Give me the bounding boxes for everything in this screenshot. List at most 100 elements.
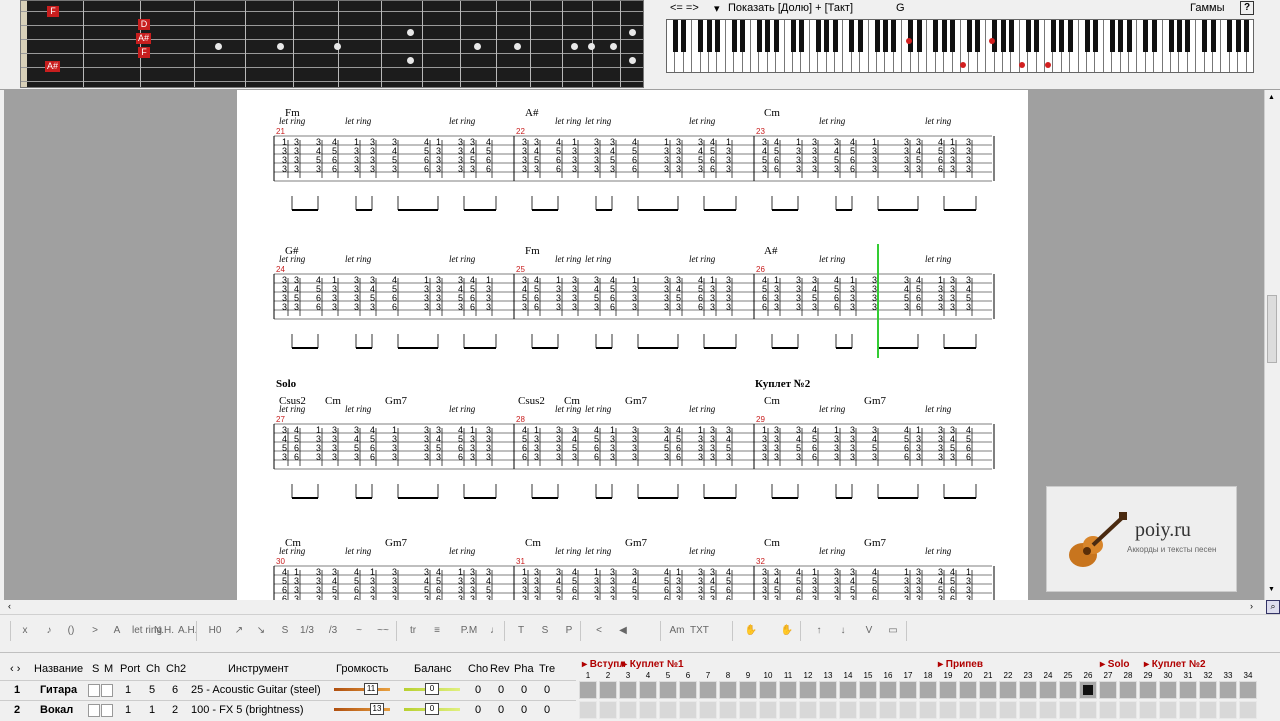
toolbar-button[interactable]: ✋ xyxy=(742,621,760,641)
piano-black-key[interactable] xyxy=(1210,20,1216,52)
piano-nav-buttons[interactable]: <= => xyxy=(670,2,699,14)
fretboard[interactable]: F D A# F A# xyxy=(20,0,644,88)
mute-checkbox[interactable] xyxy=(101,684,113,697)
timeline-cell[interactable] xyxy=(739,681,757,699)
timeline-cell[interactable] xyxy=(1239,681,1257,699)
volume-slider[interactable]: 13 xyxy=(334,703,390,715)
toolbar-button[interactable]: < xyxy=(590,621,608,641)
balance-slider[interactable]: 0 xyxy=(404,683,460,695)
chorus-value[interactable]: 0 xyxy=(475,684,481,696)
toolbar-button[interactable]: P.M xyxy=(460,621,478,641)
piano-black-key[interactable] xyxy=(832,20,838,52)
piano-black-key[interactable] xyxy=(1151,20,1157,52)
piano-black-key[interactable] xyxy=(1227,20,1233,52)
toolbar-button[interactable]: Am xyxy=(668,621,686,641)
vertical-scroll-thumb[interactable] xyxy=(1267,295,1277,363)
toolbar-button[interactable]: H0 xyxy=(206,621,224,641)
timeline-cell[interactable] xyxy=(859,701,877,719)
zoom-icon[interactable]: ⌕ xyxy=(1266,600,1280,614)
piano-black-key[interactable] xyxy=(874,20,880,52)
timeline-marker[interactable]: ▸ Куплет №2 xyxy=(1144,659,1206,670)
toolbar-button[interactable]: ♪ xyxy=(40,621,58,641)
timeline-cell[interactable] xyxy=(599,701,617,719)
timeline-cell[interactable] xyxy=(799,681,817,699)
track-port[interactable]: 1 xyxy=(125,684,131,696)
toolbar-button[interactable]: ≡ xyxy=(428,621,446,641)
timeline-cell[interactable] xyxy=(719,681,737,699)
timeline-cell[interactable] xyxy=(1159,681,1177,699)
toolbar-button[interactable]: A xyxy=(108,621,126,641)
tracks-nav-icon[interactable]: ‹ › xyxy=(10,663,20,675)
fret-note[interactable]: F xyxy=(47,6,59,17)
piano-black-key[interactable] xyxy=(882,20,888,52)
timeline-cell[interactable] xyxy=(1219,681,1237,699)
timeline-cell[interactable] xyxy=(759,681,777,699)
toolbar-button[interactable]: x xyxy=(16,621,34,641)
reverb-value[interactable]: 0 xyxy=(498,704,504,716)
toolbar-button[interactable]: () xyxy=(62,621,80,641)
toolbar-button[interactable]: ↑ xyxy=(810,621,828,641)
track-channel2[interactable]: 2 xyxy=(172,704,178,716)
scroll-right-icon[interactable]: › xyxy=(1250,601,1253,611)
piano-black-key[interactable] xyxy=(1143,20,1149,52)
mute-checkbox[interactable] xyxy=(101,704,113,717)
piano-black-key[interactable] xyxy=(992,20,998,52)
fret-note[interactable]: A# xyxy=(45,61,61,72)
timeline-cell[interactable] xyxy=(779,701,797,719)
piano-black-key[interactable] xyxy=(773,20,779,52)
timeline-cell[interactable] xyxy=(819,681,837,699)
timeline-marker[interactable]: ▸ Куплет №1 xyxy=(622,659,684,670)
piano-black-key[interactable] xyxy=(740,20,746,52)
toolbar-button[interactable]: > xyxy=(86,621,104,641)
timeline-cell[interactable] xyxy=(1119,701,1137,719)
toolbar-button[interactable]: N.H. xyxy=(154,621,174,641)
timeline-cell[interactable] xyxy=(659,701,677,719)
timeline-cell[interactable] xyxy=(679,681,697,699)
vertical-scrollbar[interactable]: ▲ ▼ xyxy=(1264,90,1278,600)
phaser-value[interactable]: 0 xyxy=(521,704,527,716)
track-name[interactable]: Вокал xyxy=(40,704,73,716)
timeline-cell[interactable] xyxy=(619,701,637,719)
fret-note[interactable]: F xyxy=(138,47,150,58)
piano-black-key[interactable] xyxy=(815,20,821,52)
piano-black-key[interactable] xyxy=(1244,20,1250,52)
timeline-cell[interactable] xyxy=(1219,701,1237,719)
track-instrument[interactable]: 25 - Acoustic Guitar (steel) xyxy=(191,684,321,696)
phaser-value[interactable]: 0 xyxy=(521,684,527,696)
balance-slider[interactable]: 0 xyxy=(404,703,460,715)
toolbar-button[interactable]: ~ xyxy=(350,621,368,641)
piano-black-key[interactable] xyxy=(908,20,914,52)
solo-checkbox[interactable] xyxy=(88,684,100,697)
piano-black-key[interactable] xyxy=(1185,20,1191,52)
timeline-cell[interactable] xyxy=(859,681,877,699)
toolbar-button[interactable]: TXT xyxy=(690,621,709,641)
toolbar-button[interactable]: 1/3 xyxy=(298,621,316,641)
horizontal-scrollbar[interactable]: ‹ › ⌕ xyxy=(4,600,1280,614)
scroll-left-icon[interactable]: ‹ xyxy=(8,601,11,611)
piano-black-key[interactable] xyxy=(1050,20,1056,52)
piano-black-key[interactable] xyxy=(698,20,704,52)
toolbar-button[interactable]: S xyxy=(276,621,294,641)
timeline-cell[interactable] xyxy=(619,681,637,699)
piano-black-key[interactable] xyxy=(1168,20,1174,52)
piano-keyboard[interactable] xyxy=(666,19,1254,73)
timeline-cell[interactable] xyxy=(599,681,617,699)
timeline-cell[interactable] xyxy=(719,701,737,719)
timeline-cell[interactable] xyxy=(839,701,857,719)
piano-black-key[interactable] xyxy=(756,20,762,52)
timeline-cell[interactable] xyxy=(579,701,597,719)
timeline-cell[interactable] xyxy=(1159,701,1177,719)
timeline-cell[interactable] xyxy=(959,701,977,719)
track-name[interactable]: Гитара xyxy=(40,684,77,696)
piano-black-key[interactable] xyxy=(1067,20,1073,52)
timeline-cell[interactable] xyxy=(899,681,917,699)
toolbar-button[interactable]: ▭ xyxy=(884,621,902,641)
timeline-cell[interactable] xyxy=(1179,701,1197,719)
timeline-cell[interactable] xyxy=(1059,701,1077,719)
track-channel2[interactable]: 6 xyxy=(172,684,178,696)
timeline-marker[interactable]: ▸ Solo xyxy=(1100,659,1129,670)
toolbar-button[interactable]: tr xyxy=(404,621,422,641)
track-channel[interactable]: 1 xyxy=(149,704,155,716)
timeline-cell[interactable] xyxy=(1019,701,1037,719)
toolbar-button[interactable]: A.H. xyxy=(178,621,197,641)
